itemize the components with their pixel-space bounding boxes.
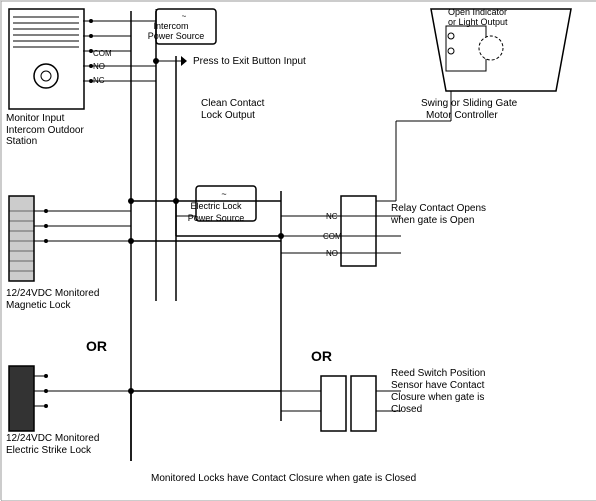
svg-text:Swing or Sliding Gate: Swing or Sliding Gate bbox=[421, 98, 518, 109]
svg-text:when gate is Open: when gate is Open bbox=[390, 215, 474, 226]
svg-text:or Light Output: or Light Output bbox=[448, 17, 508, 27]
svg-text:Reed Switch Position: Reed Switch Position bbox=[391, 368, 486, 379]
svg-text:Closed: Closed bbox=[391, 404, 422, 415]
svg-text:Electric Lock: Electric Lock bbox=[190, 201, 242, 211]
svg-text:~: ~ bbox=[221, 189, 226, 199]
svg-text:12/24VDC Monitored: 12/24VDC Monitored bbox=[6, 433, 99, 444]
svg-text:Intercom: Intercom bbox=[153, 21, 188, 31]
svg-text:OR: OR bbox=[311, 348, 332, 364]
svg-text:COM: COM bbox=[93, 49, 112, 58]
svg-text:Lock Output: Lock Output bbox=[201, 110, 255, 121]
svg-text:Clean Contact: Clean Contact bbox=[201, 98, 265, 109]
svg-text:Closure when gate is: Closure when gate is bbox=[391, 392, 484, 403]
svg-text:Intercom Outdoor: Intercom Outdoor bbox=[6, 125, 84, 136]
svg-text:Motor Controller: Motor Controller bbox=[426, 110, 498, 121]
svg-text:Open Indicator: Open Indicator bbox=[448, 7, 507, 17]
svg-text:Station: Station bbox=[6, 136, 37, 147]
svg-text:OR: OR bbox=[86, 338, 107, 354]
svg-text:Press to Exit Button Input: Press to Exit Button Input bbox=[193, 56, 306, 67]
svg-text:Magnetic Lock: Magnetic Lock bbox=[6, 300, 71, 311]
svg-text:Electric Strike Lock: Electric Strike Lock bbox=[6, 445, 92, 456]
svg-text:Monitored Locks have Contact C: Monitored Locks have Contact Closure whe… bbox=[151, 473, 416, 484]
wiring-diagram: Monitor Input Intercom Outdoor Station C… bbox=[0, 0, 596, 500]
svg-text:Relay Contact Opens: Relay Contact Opens bbox=[391, 203, 486, 214]
svg-text:Power Source: Power Source bbox=[188, 213, 245, 223]
svg-text:Sensor have Contact: Sensor have Contact bbox=[391, 380, 485, 391]
svg-text:~: ~ bbox=[182, 12, 187, 21]
svg-text:12/24VDC Monitored: 12/24VDC Monitored bbox=[6, 288, 99, 299]
svg-text:Monitor Input: Monitor Input bbox=[6, 113, 65, 124]
